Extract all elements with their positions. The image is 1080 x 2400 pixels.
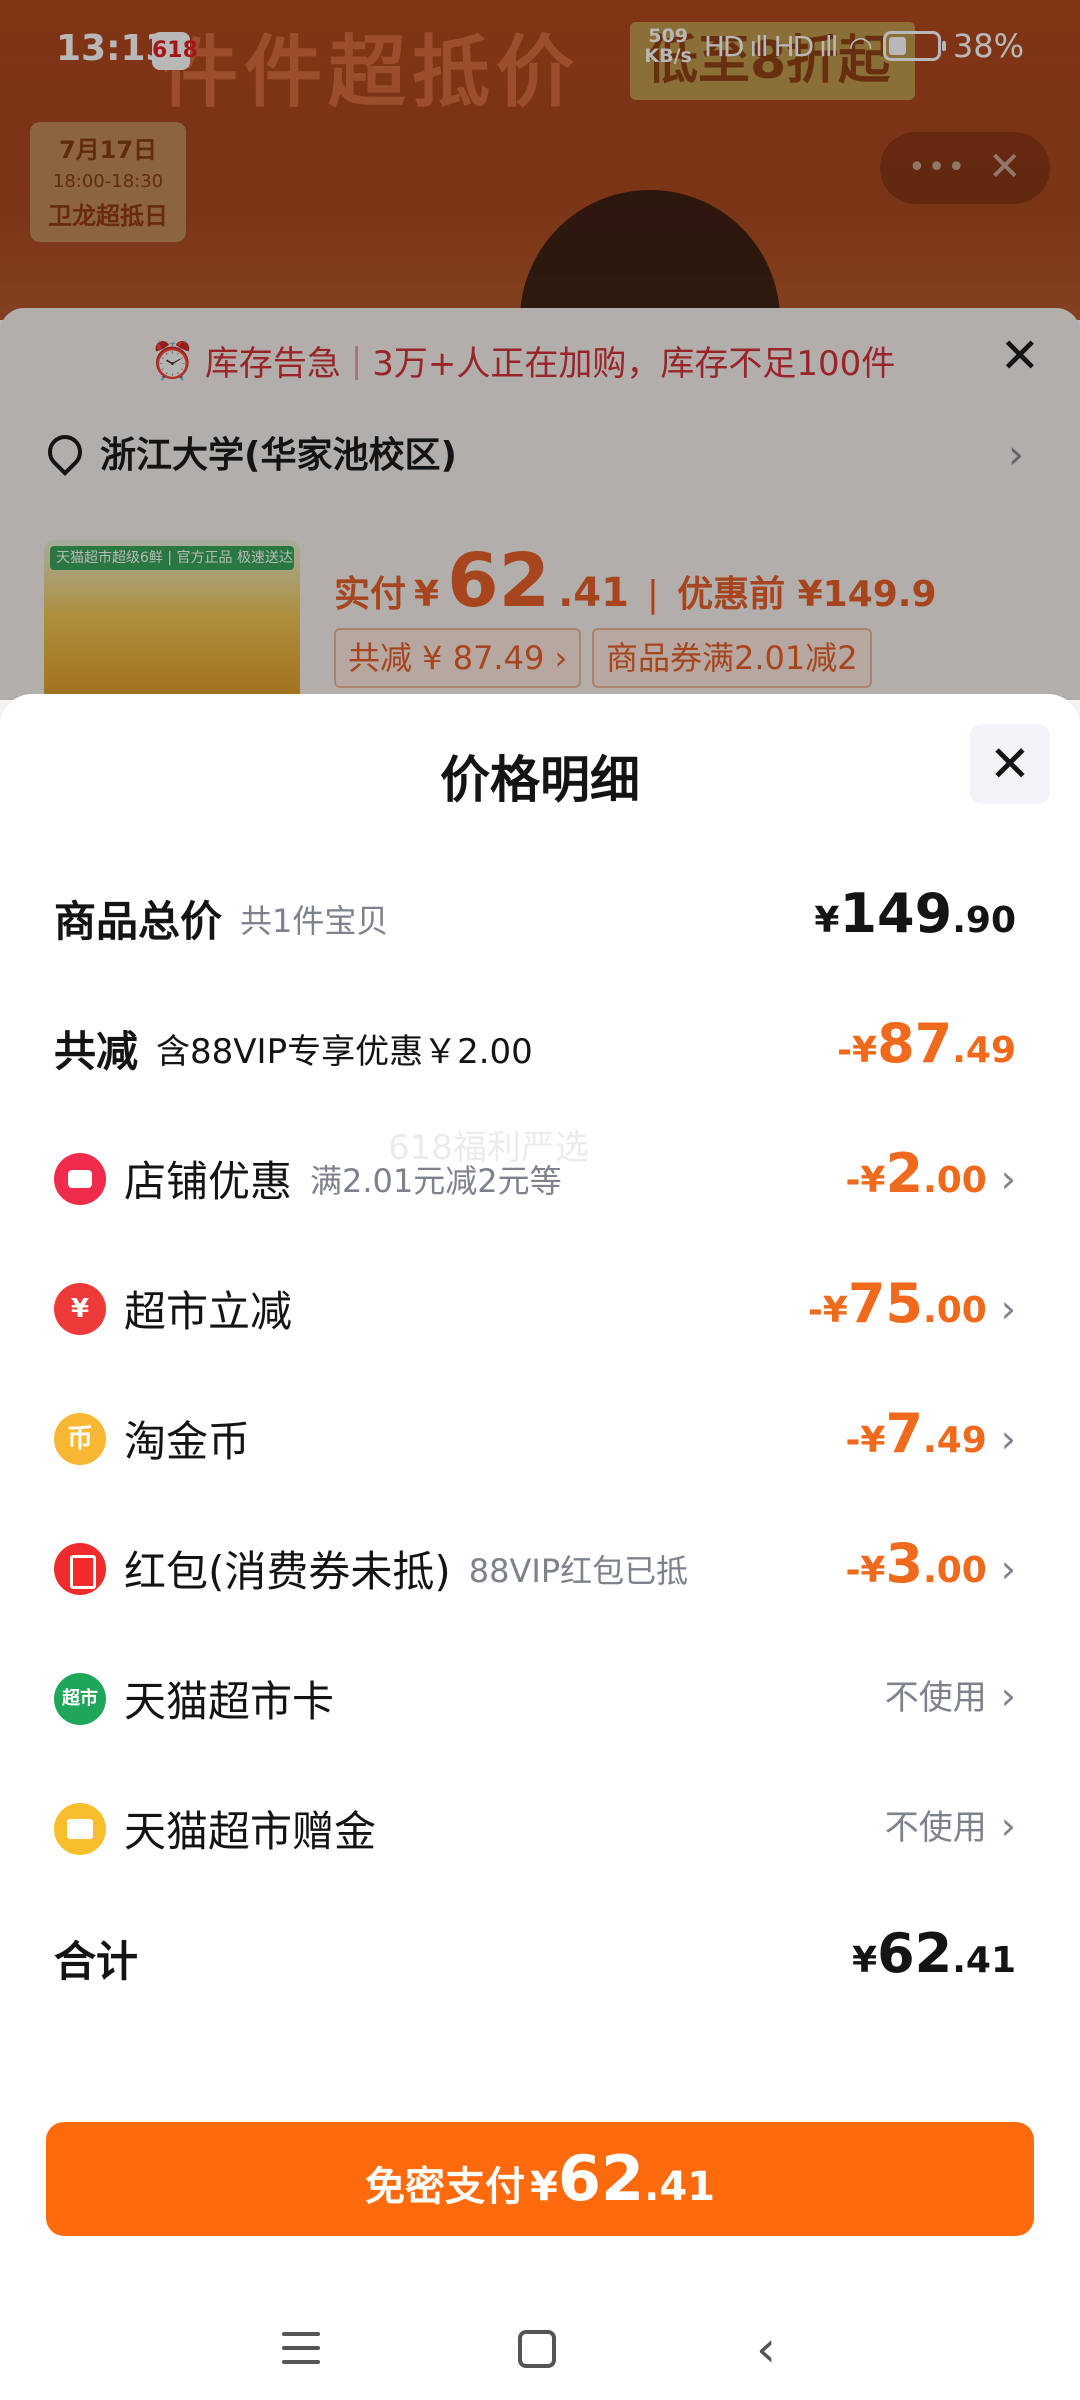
- row-label: 天猫超市赠金: [124, 1807, 377, 1856]
- currency: ¥: [852, 1940, 878, 1981]
- supermarket-card-icon: 超市: [54, 1672, 106, 1725]
- amount-dec: .00: [923, 1550, 987, 1591]
- password-free-pay-button[interactable]: 免密支付 ¥62.41: [46, 2122, 1034, 2236]
- row-label: 商品总价: [54, 897, 223, 946]
- chevron-right-icon[interactable]: ›: [1001, 1674, 1016, 1718]
- row-store-discount[interactable]: 店铺优惠 满2.01元减2元等 -¥ 2.00 ›: [0, 1124, 1080, 1224]
- amount-dec: .41: [952, 1940, 1016, 1981]
- close-button[interactable]: ✕: [970, 724, 1050, 804]
- amount-int: 7: [885, 1402, 924, 1465]
- sheet-title: 价格明细: [440, 751, 640, 809]
- currency: ¥: [814, 900, 840, 941]
- amount-dec: .90: [952, 900, 1016, 941]
- chevron-right-icon[interactable]: ›: [1001, 1547, 1016, 1591]
- red-packet-icon: [54, 1542, 106, 1595]
- amount-dec: .00: [923, 1160, 987, 1201]
- row-label: 超市立减: [124, 1287, 293, 1336]
- price-detail-sheet: 价格明细 ✕ 618福利严选 商品总价 共1件宝贝 ¥149.90 共减 含88…: [0, 694, 1080, 2400]
- row-amount: ¥62.41: [852, 1922, 1016, 1985]
- chevron-right-icon[interactable]: ›: [1001, 1287, 1016, 1331]
- row-sub-label: 满2.01元减2元等: [310, 1161, 562, 1200]
- store-icon: [54, 1152, 106, 1205]
- row-grand-total: 合计 ¥62.41: [0, 1904, 1080, 2004]
- currency: -¥: [845, 1160, 886, 1201]
- menu-icon[interactable]: [282, 2332, 320, 2368]
- row-amount: -¥ 7.49: [845, 1402, 986, 1465]
- row-label: 红包(消费券未抵): [124, 1547, 451, 1596]
- row-label: 天猫超市卡: [124, 1677, 335, 1726]
- row-total-discount: 共减 含88VIP专享优惠￥2.00 -¥ 87.49: [0, 994, 1080, 1094]
- row-label: 店铺优惠: [124, 1157, 293, 1206]
- row-sub-label: 88VIP红包已抵: [468, 1551, 689, 1590]
- row-red-packet[interactable]: 红包(消费券未抵) 88VIP红包已抵 -¥ 3.00 ›: [0, 1514, 1080, 1614]
- amount-int: 2: [885, 1142, 924, 1205]
- home-icon[interactable]: [518, 2330, 556, 2368]
- row-label: 淘金币: [124, 1417, 251, 1466]
- row-gift-money[interactable]: 天猫超市赠金 不使用 ›: [0, 1774, 1080, 1874]
- row-label: 共减: [54, 1027, 139, 1076]
- modal-backdrop[interactable]: [0, 0, 1080, 700]
- row-amount: -¥ 87.49: [837, 1012, 1016, 1075]
- row-sub-label: 含88VIP专享优惠￥2.00: [156, 1032, 533, 1072]
- row-label: 合计: [54, 1937, 139, 1986]
- pay-button-label: 免密支付: [364, 2164, 525, 2210]
- row-sub-label: 共1件宝贝: [240, 901, 389, 940]
- row-amount: -¥ 2.00: [845, 1142, 986, 1205]
- screen: 件件超抵价 低至8折起 7月17日 18:00-18:30 卫龙超抵日 ••• …: [0, 0, 1080, 2400]
- row-amount: -¥ 3.00: [845, 1532, 986, 1595]
- amount-dec: .00: [923, 1290, 987, 1331]
- currency: -¥: [845, 1420, 886, 1461]
- coin-icon: 币: [54, 1412, 106, 1465]
- row-supermarket-card[interactable]: 超市 天猫超市卡 不使用 ›: [0, 1644, 1080, 1744]
- amount-int: 87: [877, 1012, 953, 1075]
- row-amount: -¥ 75.00: [808, 1272, 987, 1335]
- chevron-right-icon[interactable]: ›: [1001, 1157, 1016, 1201]
- back-icon[interactable]: ‹: [756, 2320, 776, 2378]
- pay-button-int: 62: [557, 2142, 645, 2215]
- chevron-right-icon[interactable]: ›: [1001, 1417, 1016, 1461]
- amount-dec: .49: [952, 1030, 1016, 1071]
- amount-int: 75: [847, 1272, 924, 1335]
- row-taojinbi[interactable]: 币 淘金币 -¥ 7.49 ›: [0, 1384, 1080, 1484]
- pay-button-currency: ¥: [530, 2164, 558, 2210]
- gift-money-icon: [54, 1802, 106, 1855]
- amount-dec: .49: [923, 1420, 987, 1461]
- chevron-right-icon[interactable]: ›: [1001, 1804, 1016, 1848]
- amount-int: 62: [877, 1922, 953, 1985]
- row-value: 不使用: [884, 1808, 987, 1848]
- system-nav-bar: ‹: [0, 2304, 1080, 2400]
- currency: -¥: [845, 1550, 886, 1591]
- row-amount: ¥149.90: [814, 882, 1016, 945]
- currency: -¥: [837, 1030, 878, 1071]
- row-value: 不使用: [884, 1678, 987, 1718]
- amount-int: 3: [885, 1532, 924, 1595]
- row-supermarket-discount[interactable]: ¥ 超市立减 -¥ 75.00 ›: [0, 1254, 1080, 1354]
- amount-int: 149: [839, 882, 953, 945]
- pay-button-dec: .41: [644, 2164, 716, 2210]
- yen-icon: ¥: [54, 1282, 106, 1335]
- currency: -¥: [807, 1290, 848, 1331]
- row-total-price: 商品总价 共1件宝贝 ¥149.90: [0, 864, 1080, 964]
